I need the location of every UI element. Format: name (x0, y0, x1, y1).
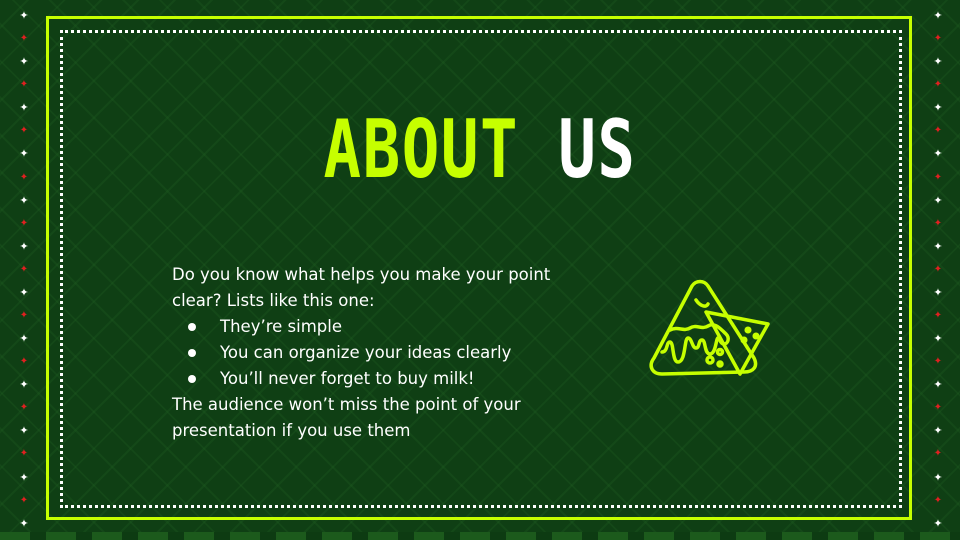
star-icon: ✦ (19, 516, 29, 530)
star-icon: ✦ (19, 470, 29, 484)
bullet-dot-icon (188, 349, 196, 357)
star-icon: ✦ (19, 55, 29, 69)
star-icon: ✦ (19, 33, 29, 45)
title-word-about: ABOUT (323, 103, 520, 196)
star-icon: ✦ (19, 310, 29, 322)
body-text: Do you know what helps you make your poi… (172, 262, 592, 444)
star-icon: ✦ (933, 101, 943, 115)
star-icon: ✦ (933, 55, 943, 69)
intro-text: Do you know what helps you make your poi… (172, 265, 551, 310)
star-icon: ✦ (19, 402, 29, 414)
star-icon: ✦ (19, 378, 29, 392)
star-icon: ✦ (933, 79, 943, 91)
star-icon: ✦ (933, 147, 943, 161)
closing-text: The audience won’t miss the point of you… (172, 395, 521, 440)
star-icon: ✦ (19, 263, 29, 275)
star-icon: ✦ (19, 332, 29, 346)
star-icon: ✦ (933, 239, 943, 253)
slide-title: ABOUT US (106, 100, 855, 200)
star-icon: ✦ (19, 79, 29, 91)
star-icon: ✦ (933, 285, 943, 299)
list-item: You’ll never forget to buy milk! (172, 366, 592, 392)
star-icon: ✦ (933, 263, 943, 275)
star-icon: ✦ (933, 448, 943, 460)
list-item: You can organize your ideas clearly (172, 340, 592, 366)
star-icon: ✦ (19, 171, 29, 183)
star-icon: ✦ (933, 424, 943, 438)
star-icon: ✦ (933, 310, 943, 322)
nachos-with-cheese-icon (649, 279, 770, 376)
star-icon: ✦ (19, 239, 29, 253)
star-icon: ✦ (19, 9, 29, 22)
star-icon: ✦ (933, 33, 943, 45)
star-icon: ✦ (19, 448, 29, 460)
star-icon: ✦ (19, 147, 29, 161)
star-icon: ✦ (933, 125, 943, 137)
star-icon: ✦ (933, 356, 943, 368)
bullet-list: They’re simple You can organize your ide… (172, 314, 592, 392)
star-icon: ✦ (19, 424, 29, 438)
bullet-dot-icon (188, 323, 196, 331)
title-word-us: US (558, 103, 637, 196)
list-item: They’re simple (172, 314, 592, 340)
star-icon: ✦ (19, 193, 29, 207)
star-icon: ✦ (933, 9, 943, 22)
bottom-border-strip (0, 532, 960, 540)
star-icon: ✦ (19, 125, 29, 137)
star-icon: ✦ (933, 171, 943, 183)
star-icon: ✦ (933, 470, 943, 484)
star-icon: ✦ (933, 494, 943, 506)
star-icon: ✦ (19, 285, 29, 299)
star-icon: ✦ (933, 402, 943, 414)
star-icon: ✦ (933, 516, 943, 530)
right-star-border: ✦ ✦ ✦ ✦ ✦ ✦ ✦ ✦ ✦ ✦ ✦ ✦ ✦ ✦ ✦ ✦ ✦ ✦ ✦ ✦ ✦ ✦ ✦ (930, 10, 946, 530)
star-icon: ✦ (933, 193, 943, 207)
star-icon: ✦ (933, 332, 943, 346)
star-icon: ✦ (933, 378, 943, 392)
star-icon: ✦ (19, 494, 29, 506)
star-icon: ✦ (19, 356, 29, 368)
bullet-dot-icon (188, 375, 196, 383)
star-icon: ✦ (933, 217, 943, 229)
left-star-border: ✦ ✦ ✦ ✦ ✦ ✦ ✦ ✦ ✦ ✦ ✦ ✦ ✦ ✦ ✦ ✦ ✦ ✦ ✦ ✦ ✦ ✦ ✦ (16, 10, 32, 530)
star-icon: ✦ (19, 101, 29, 115)
star-icon: ✦ (19, 217, 29, 229)
